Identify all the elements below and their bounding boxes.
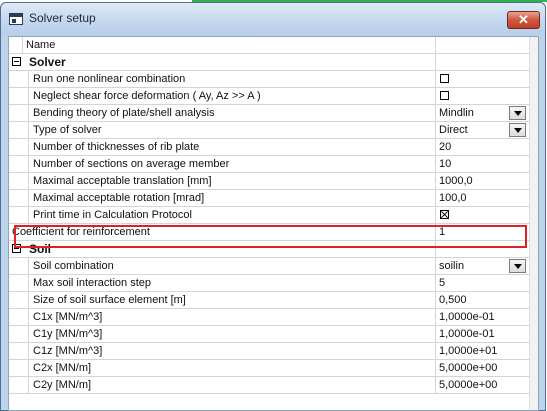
property-row[interactable]: Maximal acceptable translation [mm] 1000…: [9, 173, 529, 190]
chevron-down-icon[interactable]: [509, 123, 526, 137]
property-name: Max soil interaction step: [33, 277, 151, 289]
property-value[interactable]: 1000,0: [435, 173, 529, 189]
property-value[interactable]: 1,0000e-01: [435, 309, 529, 325]
checkbox-run-one-nonlinear[interactable]: [440, 74, 449, 83]
property-row[interactable]: Run one nonlinear combination: [9, 71, 529, 88]
title-bar[interactable]: Solver setup ✕: [1, 3, 545, 36]
property-row[interactable]: Number of sections on average member 10: [9, 156, 529, 173]
soil-combination-highlight: [14, 225, 527, 248]
property-value[interactable]: 10: [435, 156, 529, 172]
checkbox-print-time[interactable]: [440, 210, 449, 219]
property-value[interactable]: 5: [435, 275, 529, 291]
chevron-down-icon[interactable]: [509, 259, 526, 273]
property-name: Maximal acceptable translation [mm]: [33, 175, 212, 187]
property-row[interactable]: Print time in Calculation Protocol: [9, 207, 529, 224]
vertical-scrollbar[interactable]: [529, 37, 538, 410]
property-name: Print time in Calculation Protocol: [33, 209, 192, 221]
name-column-header: Name: [26, 39, 56, 51]
property-value[interactable]: 0,500: [435, 292, 529, 308]
property-name: Neglect shear force deformation ( Ay, Az…: [33, 90, 261, 102]
property-name: C1z [MN/m^3]: [33, 345, 103, 357]
property-row[interactable]: C1z [MN/m^3] 1,0000e+01: [9, 343, 529, 360]
property-value[interactable]: 20: [435, 139, 529, 155]
grid-header-row: Name: [9, 37, 529, 54]
property-value[interactable]: 1,0000e-01: [435, 326, 529, 342]
property-name: Soil combination: [33, 260, 114, 272]
property-row[interactable]: Bending theory of plate/shell analysis M…: [9, 105, 529, 122]
section-label: Solver: [29, 55, 66, 69]
property-name: Run one nonlinear combination: [33, 73, 186, 85]
property-row[interactable]: Max soil interaction step 5: [9, 275, 529, 292]
property-value[interactable]: [435, 207, 529, 223]
window-icon: [9, 13, 23, 25]
section-solver[interactable]: Solver: [9, 54, 529, 71]
property-row[interactable]: Number of thicknesses of rib plate 20: [9, 139, 529, 156]
property-row[interactable]: C1x [MN/m^3] 1,0000e-01: [9, 309, 529, 326]
property-value[interactable]: 5,0000e+00: [435, 377, 529, 393]
dropdown-value: Mindlin: [439, 107, 474, 119]
property-row[interactable]: C2x [MN/m] 5,0000e+00: [9, 360, 529, 377]
checkbox-neglect-shear[interactable]: [440, 91, 449, 100]
collapse-toggle-icon[interactable]: [12, 57, 21, 66]
property-value[interactable]: [435, 88, 529, 104]
soil-combination-dropdown[interactable]: soilin: [435, 258, 529, 274]
property-name: C1y [MN/m^3]: [33, 328, 103, 340]
property-row[interactable]: Type of solver Direct: [9, 122, 529, 139]
property-name: Number of sections on average member: [33, 158, 230, 170]
property-name: Type of solver: [33, 124, 102, 136]
property-row[interactable]: Neglect shear force deformation ( Ay, Az…: [9, 88, 529, 105]
property-name: Size of soil surface element [m]: [33, 294, 186, 306]
solver-setup-dialog: Solver setup ✕ Name Solver Run one nonli…: [0, 2, 546, 411]
close-button[interactable]: ✕: [507, 11, 540, 29]
solver-type-dropdown[interactable]: Direct: [435, 122, 529, 138]
dropdown-value: Direct: [439, 124, 468, 136]
bending-theory-dropdown[interactable]: Mindlin: [435, 105, 529, 121]
property-name: Maximal acceptable rotation [mrad]: [33, 192, 205, 204]
property-value[interactable]: 100,0: [435, 190, 529, 206]
property-name: C2x [MN/m]: [33, 362, 92, 374]
property-value[interactable]: 1,0000e+01: [435, 343, 529, 359]
dropdown-value: soilin: [439, 260, 465, 272]
property-value[interactable]: [435, 71, 529, 87]
value-column-header: [435, 37, 529, 53]
property-row[interactable]: C2y [MN/m] 5,0000e+00: [9, 377, 529, 394]
property-row[interactable]: Size of soil surface element [m] 0,500: [9, 292, 529, 309]
window-title: Solver setup: [29, 11, 96, 25]
property-row[interactable]: Maximal acceptable rotation [mrad] 100,0: [9, 190, 529, 207]
property-name: C2y [MN/m]: [33, 379, 92, 391]
property-row[interactable]: C1y [MN/m^3] 1,0000e-01: [9, 326, 529, 343]
property-grid-container: Name Solver Run one nonlinear combinatio…: [8, 36, 539, 411]
property-name: Number of thicknesses of rib plate: [33, 141, 200, 153]
close-icon: ✕: [518, 12, 529, 27]
property-value[interactable]: 5,0000e+00: [435, 360, 529, 376]
chevron-down-icon[interactable]: [509, 106, 526, 120]
property-name: Bending theory of plate/shell analysis: [33, 107, 215, 119]
property-name: C1x [MN/m^3]: [33, 311, 103, 323]
property-row[interactable]: Soil combination soilin: [9, 258, 529, 275]
